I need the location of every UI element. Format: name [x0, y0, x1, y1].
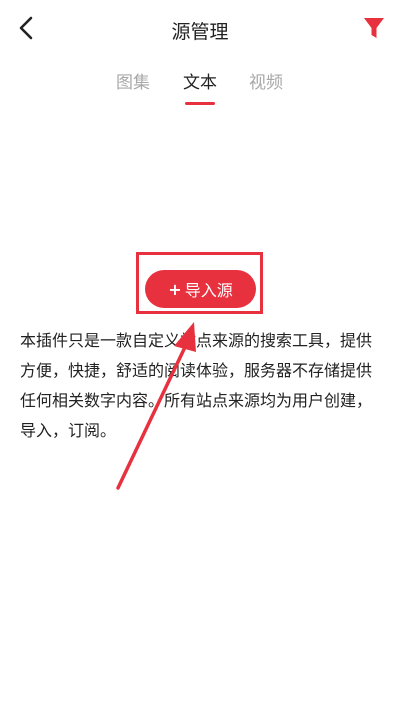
filter-funnel-icon	[364, 18, 384, 38]
source-type-tabs: 图集 文本 视频	[0, 68, 400, 108]
chevron-left-icon	[19, 16, 33, 40]
import-source-label: 导入源	[184, 281, 233, 300]
filter-button[interactable]	[360, 14, 388, 42]
plugin-description: 本插件只是一款自定义站点来源的搜索工具，提供方便，快捷，舒适的阅读体验，服务器不…	[20, 331, 373, 440]
tab-text[interactable]: 文本	[170, 68, 230, 93]
plus-icon: +	[168, 279, 182, 299]
top-bar: 源管理	[0, 0, 400, 58]
tab-video[interactable]: 视频	[236, 68, 296, 93]
import-source-button[interactable]: + 导入源	[145, 270, 256, 308]
page-title: 源管理	[171, 21, 229, 43]
tab-gallery[interactable]: 图集	[103, 68, 163, 93]
back-button[interactable]	[10, 12, 42, 44]
active-tab-indicator	[185, 102, 215, 105]
